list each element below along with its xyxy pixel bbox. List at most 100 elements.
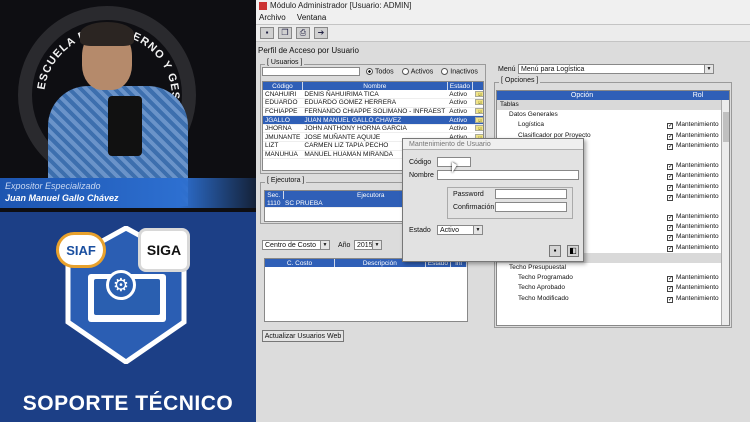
filter-activos[interactable]: Activos bbox=[401, 68, 433, 75]
cost-center-select[interactable]: Centro de Costo ▼ bbox=[262, 240, 330, 250]
checkbox-icon[interactable]: ✓ bbox=[667, 215, 673, 222]
checkbox-icon[interactable]: ✓ bbox=[667, 194, 673, 201]
option-role-label: Mantenimiento bbox=[676, 121, 719, 129]
option-role-label: Mantenimiento bbox=[676, 294, 719, 302]
cost-center-combo[interactable]: Centro de Costo ▼ bbox=[262, 240, 330, 250]
checkbox-icon[interactable]: ☑ bbox=[474, 99, 483, 106]
executor-group-label: [ Ejecutora ] bbox=[265, 177, 307, 184]
filter-todos[interactable]: Todos bbox=[366, 68, 394, 75]
save-icon[interactable]: ▪ bbox=[549, 245, 561, 257]
print-icon[interactable]: ⎙ bbox=[296, 27, 310, 39]
menu-ventana[interactable]: Ventana bbox=[297, 13, 326, 22]
col-sec[interactable]: Sec. bbox=[265, 191, 284, 199]
close-icon[interactable]: ◧ bbox=[567, 245, 579, 257]
user-check[interactable]: ☑ bbox=[472, 107, 483, 117]
filter-todos-label: Todos bbox=[375, 68, 394, 76]
col-ccosto[interactable]: C. Costo bbox=[265, 259, 335, 267]
menu-label: Menú bbox=[498, 66, 516, 73]
password-label: Password bbox=[453, 191, 484, 198]
checkbox-icon[interactable]: ✓ bbox=[667, 133, 673, 140]
user-search-input[interactable] bbox=[262, 67, 360, 76]
user-check[interactable]: ☑ bbox=[472, 115, 483, 125]
user-check[interactable]: ☑ bbox=[472, 90, 483, 100]
filter-inactivos-label: Inactivos bbox=[450, 68, 478, 76]
col-estado[interactable]: Estado bbox=[447, 82, 474, 90]
user-name: JUAN MANUEL GALLO CHAVEZ bbox=[302, 115, 448, 125]
checkbox-icon[interactable]: ☑ bbox=[474, 90, 483, 97]
list-item[interactable]: Techo Aprobado ✓ Mantenimiento bbox=[497, 283, 729, 293]
checkbox-icon[interactable]: ✓ bbox=[667, 245, 673, 252]
user-code: LIZT bbox=[263, 141, 303, 151]
col-rol[interactable]: Rol bbox=[667, 91, 729, 100]
chevron-down-icon[interactable]: ▼ bbox=[320, 241, 329, 249]
app-window: Módulo Administrador [Usuario: ADMIN] Ar… bbox=[256, 0, 750, 422]
checkbox-icon[interactable]: ✓ bbox=[667, 286, 673, 293]
checkbox-icon[interactable]: ☑ bbox=[474, 116, 483, 123]
option-role bbox=[667, 253, 729, 263]
options-group-label: [ Opciones ] bbox=[499, 77, 541, 84]
option-role: ✓ Mantenimiento bbox=[667, 232, 729, 242]
save-icon[interactable]: ▪ bbox=[260, 27, 274, 39]
confirm-password-input[interactable] bbox=[495, 202, 567, 212]
radio-activos[interactable] bbox=[401, 68, 409, 75]
chevron-down-icon[interactable]: ▼ bbox=[372, 241, 381, 249]
year-select[interactable]: 2015 ▼ bbox=[354, 240, 382, 250]
list-item[interactable]: Techo Presupuestal bbox=[497, 263, 729, 273]
option-label: Tablas bbox=[500, 101, 519, 108]
checkbox-icon[interactable]: ✓ bbox=[667, 123, 673, 130]
table-row[interactable]: CNAHUIRI DENIS ÑAHUIRIMA TICA Activo ☑ bbox=[263, 90, 483, 100]
checkbox-icon[interactable]: ✓ bbox=[667, 235, 673, 242]
exit-icon[interactable]: ➔ bbox=[314, 27, 328, 39]
col-codigo[interactable]: Código bbox=[263, 82, 303, 90]
menubar: Archivo Ventana bbox=[256, 12, 750, 24]
radio-inactivos[interactable] bbox=[441, 68, 449, 75]
brand-title: SOPORTE TÉCNICO bbox=[22, 392, 234, 415]
option-role: ✓ Mantenimiento bbox=[667, 171, 729, 181]
col-opcion[interactable]: Opción bbox=[497, 91, 667, 100]
presenter-role: Expositor Especializado bbox=[5, 181, 101, 191]
table-row[interactable]: JGALLO JUAN MANUEL GALLO CHAVEZ Activo ☑ bbox=[263, 115, 483, 125]
chevron-down-icon[interactable]: ▼ bbox=[473, 226, 482, 234]
menu-combo[interactable]: Menú para Logística ▼ bbox=[518, 64, 714, 74]
list-item[interactable]: Tablas bbox=[497, 100, 729, 111]
col-nombre[interactable]: Nombre bbox=[302, 82, 448, 90]
user-code: MANUHUA bbox=[263, 150, 303, 160]
user-filter: Todos Activos Inactivos bbox=[366, 68, 478, 75]
checkbox-icon[interactable]: ✓ bbox=[667, 143, 673, 150]
state-select[interactable]: Activo ▼ bbox=[437, 225, 483, 235]
scroll-thumb[interactable] bbox=[723, 112, 729, 142]
copy-icon[interactable]: ❐ bbox=[278, 27, 292, 39]
chevron-down-icon[interactable]: ▼ bbox=[704, 65, 713, 73]
list-item[interactable]: Logística ✓ Mantenimiento bbox=[497, 120, 729, 130]
user-check[interactable]: ☑ bbox=[472, 98, 483, 108]
radio-todos[interactable] bbox=[366, 68, 373, 75]
list-item[interactable]: Datos Generales bbox=[497, 110, 729, 120]
user-state: Activo bbox=[447, 115, 473, 125]
checkbox-icon[interactable]: ✓ bbox=[667, 164, 673, 171]
table-row[interactable]: FCHIAPPE FERNANDO CHIAPPE SOLIMANO - INFR… bbox=[263, 107, 483, 117]
user-check[interactable]: ☑ bbox=[472, 124, 483, 134]
option-role: ✓ Mantenimiento bbox=[667, 283, 729, 293]
checkbox-icon[interactable]: ☑ bbox=[474, 125, 483, 132]
options-scrollbar[interactable] bbox=[721, 100, 729, 325]
menu-archivo[interactable]: Archivo bbox=[259, 13, 286, 22]
table-row[interactable]: JHORNA JOHN ANTHONY HORNA GARCIA Activo ☑ bbox=[263, 124, 483, 134]
checkbox-icon[interactable]: ☑ bbox=[474, 107, 483, 114]
checkbox-icon[interactable]: ✓ bbox=[667, 184, 673, 191]
checkbox-icon[interactable]: ✓ bbox=[667, 174, 673, 181]
year-combo[interactable]: 2015 ▼ bbox=[354, 240, 382, 250]
checkbox-icon[interactable]: ✓ bbox=[667, 225, 673, 232]
state-combo[interactable]: Activo ▼ bbox=[437, 225, 483, 235]
checkbox-icon[interactable]: ✓ bbox=[667, 296, 673, 303]
table-row[interactable]: EDUARDO EDUARDO GOMEZ HERRERA Activo ☑ bbox=[263, 98, 483, 108]
list-item[interactable]: Techo Modificado ✓ Mantenimiento bbox=[497, 294, 729, 304]
cost-center-value: Centro de Costo bbox=[265, 242, 316, 249]
password-input[interactable] bbox=[495, 189, 567, 199]
list-item[interactable]: Techo Programado ✓ Mantenimiento bbox=[497, 273, 729, 283]
checkbox-icon[interactable]: ✓ bbox=[667, 276, 673, 283]
update-web-users-button[interactable]: Actualizar Usuarios Web bbox=[262, 330, 344, 342]
option-role: ✓ Mantenimiento bbox=[667, 141, 729, 151]
name-input[interactable] bbox=[437, 170, 579, 180]
filter-inactivos[interactable]: Inactivos bbox=[441, 68, 478, 75]
menu-select[interactable]: Menú para Logística ▼ bbox=[518, 64, 714, 74]
